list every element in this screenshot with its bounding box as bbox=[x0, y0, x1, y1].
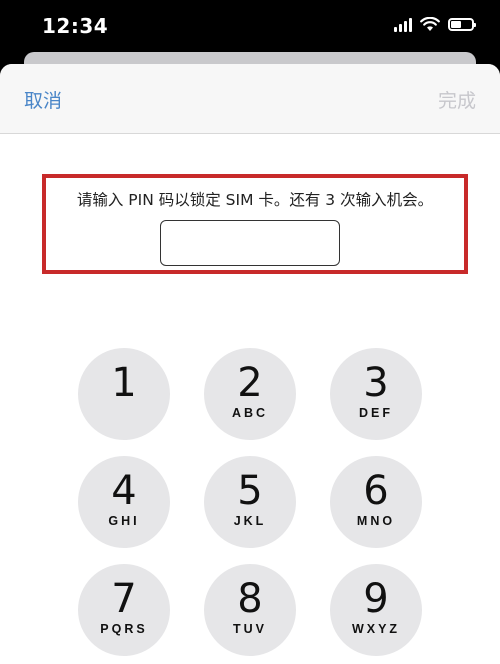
status-time: 12:34 bbox=[42, 14, 109, 38]
wifi-icon bbox=[420, 17, 440, 31]
key-5[interactable]: 5 JKL bbox=[204, 456, 296, 548]
key-letters: PQRS bbox=[100, 621, 148, 636]
status-bar: 12:34 bbox=[0, 0, 500, 52]
key-letters: JKL bbox=[233, 513, 267, 528]
key-letters: GHI bbox=[108, 513, 140, 528]
key-8[interactable]: 8 TUV bbox=[204, 564, 296, 656]
key-7[interactable]: 7 PQRS bbox=[78, 564, 170, 656]
key-digit: 2 bbox=[237, 359, 263, 406]
key-letters: WXYZ bbox=[351, 621, 401, 636]
key-4[interactable]: 4 GHI bbox=[78, 456, 170, 548]
key-letters: ABC bbox=[231, 405, 269, 420]
key-9[interactable]: 9 WXYZ bbox=[330, 564, 422, 656]
status-icons bbox=[394, 17, 476, 32]
key-digit: 4 bbox=[111, 467, 137, 514]
cellular-signal-icon bbox=[394, 17, 412, 32]
battery-icon bbox=[448, 18, 476, 31]
key-letters: DEF bbox=[359, 405, 393, 420]
key-6[interactable]: 6 MNO bbox=[330, 456, 422, 548]
sim-pin-sheet: 取消 完成 请输入 PIN 码以锁定 SIM 卡。还有 3 次输入机会。 1 2… bbox=[0, 64, 500, 664]
key-letters: MNO bbox=[356, 513, 396, 528]
keypad: 1 2 ABC 3 DEF 4 GHI 5 JKL 6 MNO 7 PQRS 8 bbox=[0, 64, 500, 664]
key-digit: 3 bbox=[363, 359, 389, 406]
key-digit: 6 bbox=[363, 467, 389, 514]
key-digit: 8 bbox=[237, 575, 263, 622]
key-3[interactable]: 3 DEF bbox=[330, 348, 422, 440]
key-digit: 1 bbox=[111, 359, 137, 406]
key-digit: 9 bbox=[363, 575, 389, 622]
key-letters: TUV bbox=[233, 621, 267, 636]
key-digit: 5 bbox=[237, 467, 263, 514]
key-2[interactable]: 2 ABC bbox=[204, 348, 296, 440]
key-1[interactable]: 1 bbox=[78, 348, 170, 440]
key-digit: 7 bbox=[111, 575, 137, 622]
